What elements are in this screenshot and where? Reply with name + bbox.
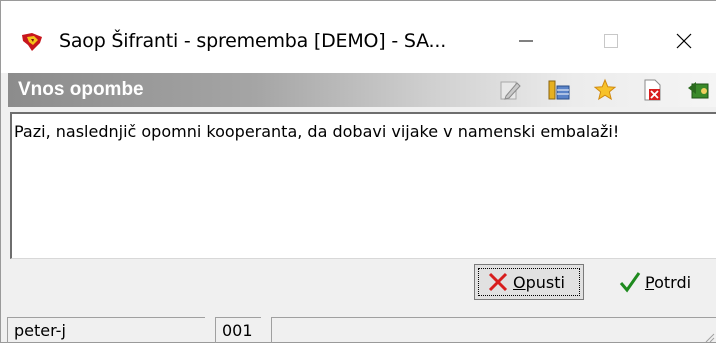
status-extra (271, 317, 716, 343)
delete-document-icon[interactable] (640, 78, 664, 102)
maximize-button[interactable] (586, 21, 636, 61)
title-bar[interactable]: Saop Šifranti - sprememba [DEMO] - SA... (1, 1, 716, 73)
close-icon (676, 33, 692, 49)
cancel-button[interactable]: Opusti (474, 264, 584, 300)
saop-app-icon (20, 31, 44, 53)
cancel-label: Opusti (513, 272, 565, 292)
columns-icon[interactable] (547, 78, 571, 102)
note-textarea[interactable]: Pazi, naslednjič opomni kooperanta, da d… (10, 112, 716, 259)
exit-icon[interactable] (686, 78, 710, 102)
minimize-button[interactable] (501, 21, 551, 61)
dialog-window: Saop Šifranti - sprememba [DEMO] - SA...… (0, 0, 716, 343)
minimize-icon (519, 40, 533, 42)
resize-grip-icon[interactable] (703, 330, 715, 343)
status-user: peter-j (7, 317, 205, 343)
cancel-x-icon (487, 271, 509, 293)
maximize-icon (604, 34, 618, 48)
confirm-label: Potrdi (645, 272, 692, 292)
status-code: 001 (215, 317, 261, 343)
status-bar: peter-j 001 (1, 317, 716, 343)
section-header: Vnos opombe (8, 73, 716, 107)
window-title: Saop Šifranti - sprememba [DEMO] - SA... (59, 30, 447, 52)
confirm-button[interactable]: Potrdi (613, 264, 716, 300)
checkmark-icon (619, 271, 641, 293)
note-text: Pazi, naslednjič opomni kooperanta, da d… (14, 122, 620, 141)
favorite-star-icon[interactable] (593, 78, 617, 102)
edit-pencil-icon[interactable] (498, 78, 522, 102)
section-title: Vnos opombe (18, 79, 144, 100)
close-button[interactable] (659, 21, 709, 61)
